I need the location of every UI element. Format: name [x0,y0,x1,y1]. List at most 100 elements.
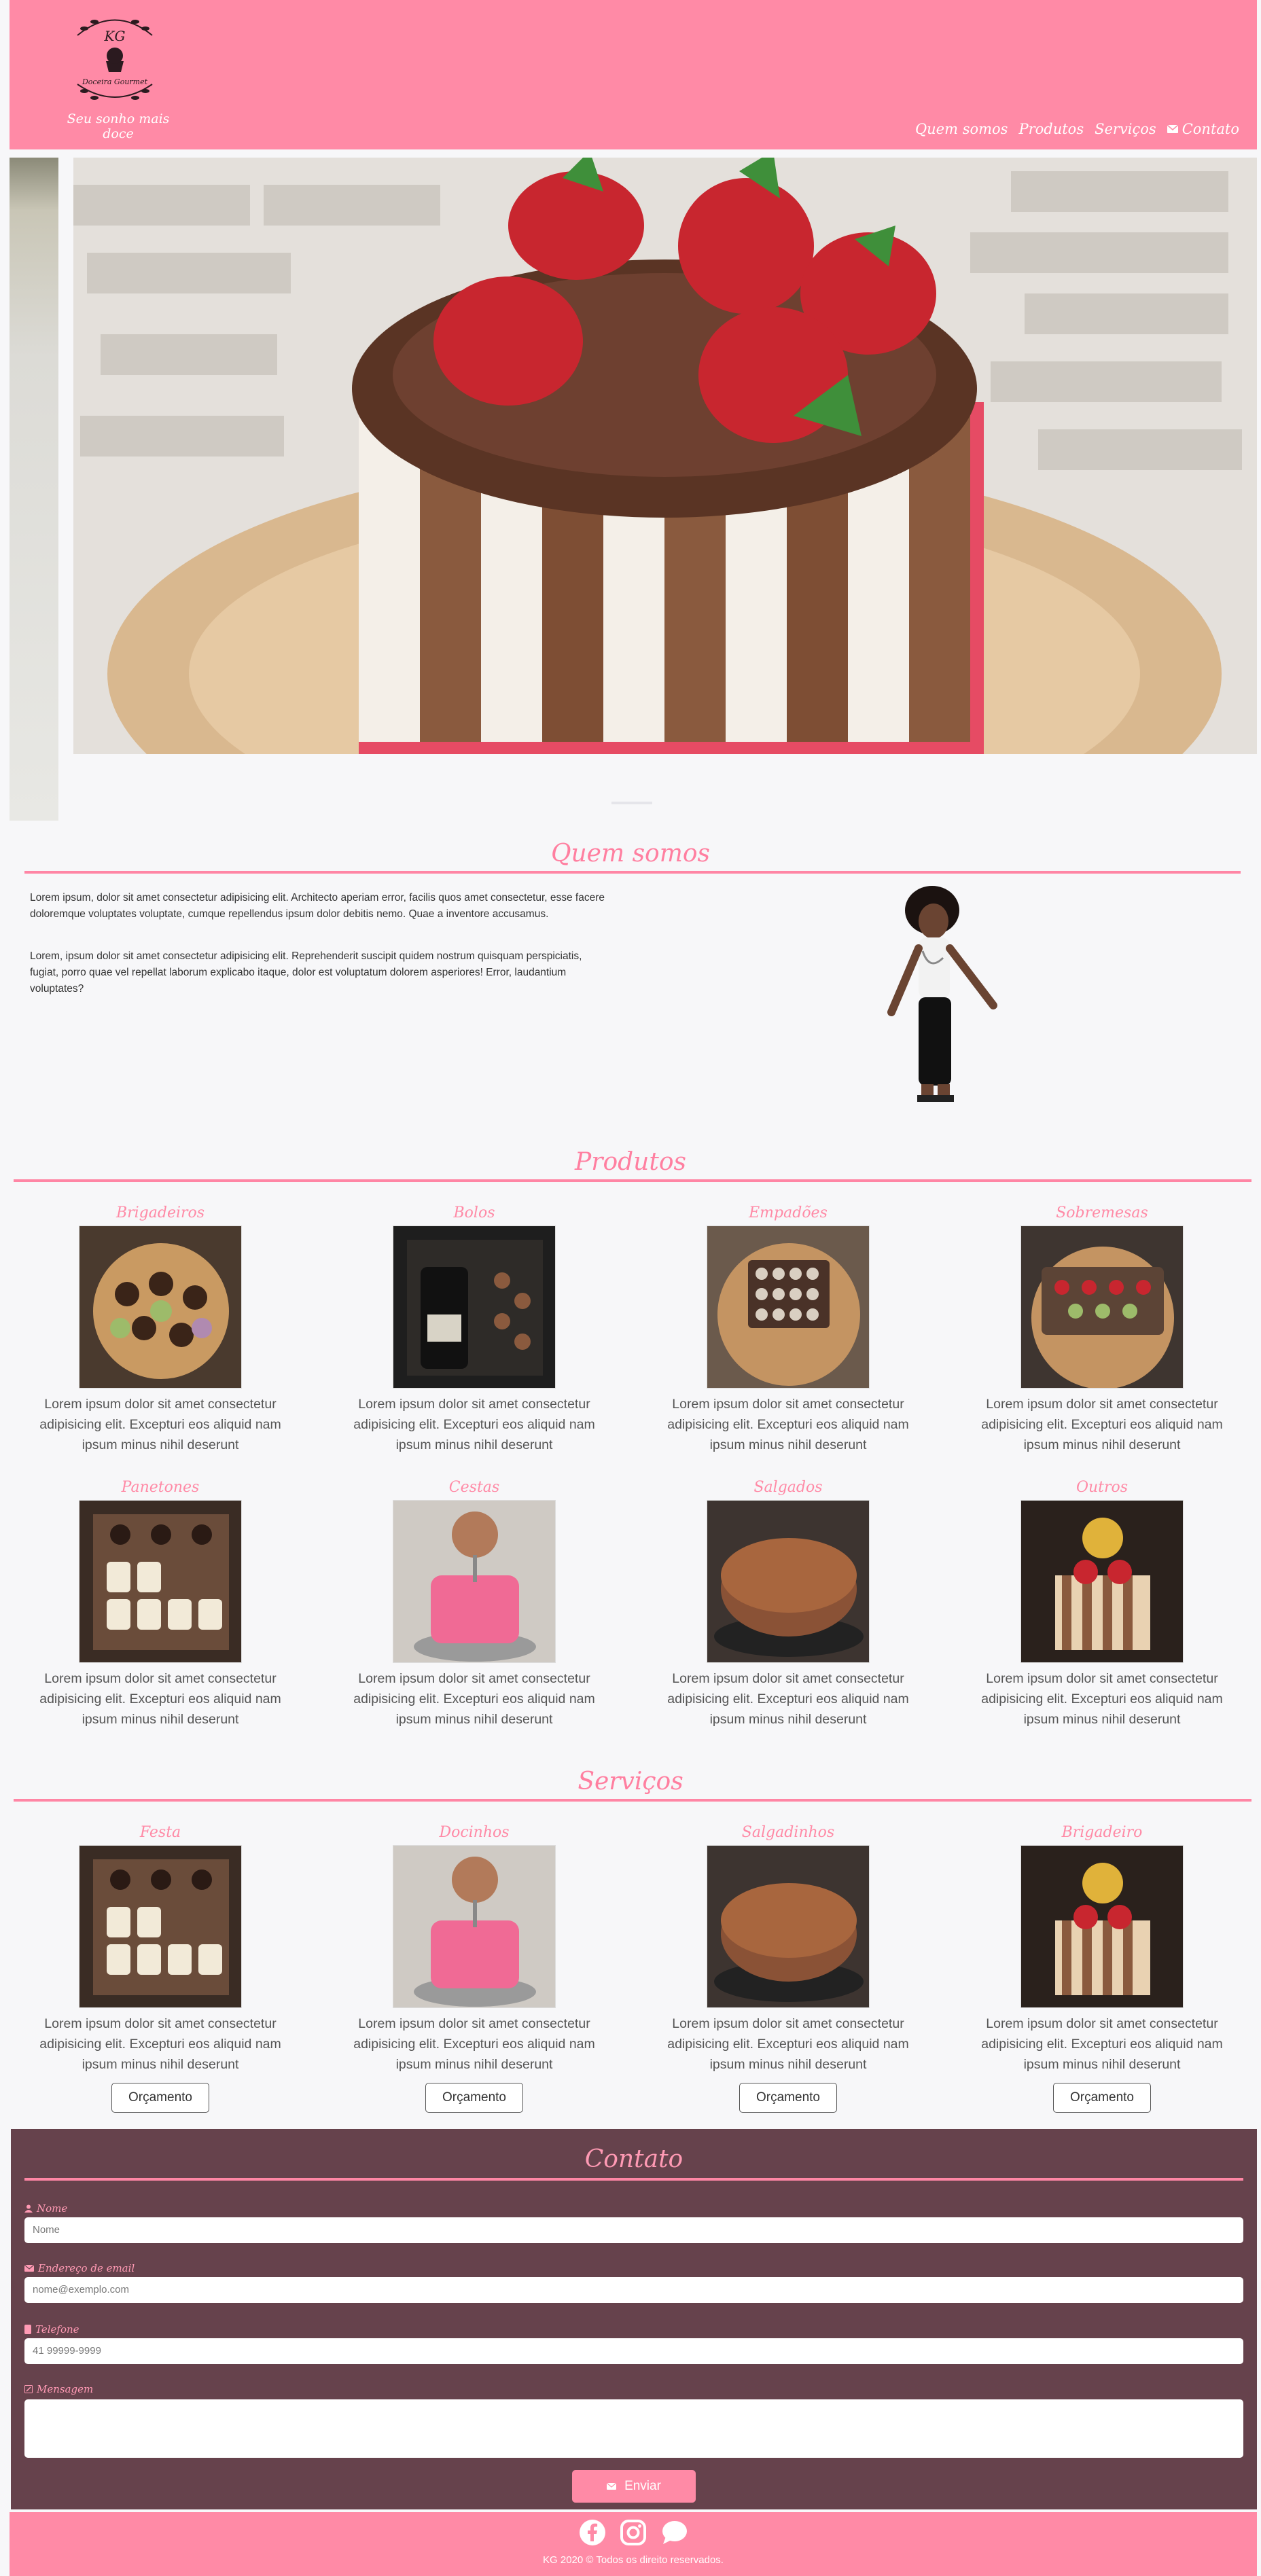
service-image[interactable] [79,1845,242,2008]
product-title: Panetones [121,1479,200,1496]
about-title: Quem somos [550,840,711,867]
about-paragraph-2: Lorem, ipsum dolor sit amet consectetur … [30,950,582,995]
orcamento-button[interactable]: Orçamento [1053,2083,1151,2113]
product-title: Cestas [448,1479,500,1496]
pencil-square-icon [24,2385,33,2393]
social-links [10,2519,1257,2546]
servicos-divider [14,1799,1251,1802]
site-header: KG Doceira Gourmet Seu sonho mais doce Q… [10,0,1257,149]
service-description: Lorem ipsum dolor sit amet consectetur a… [353,2016,595,2072]
nav-quem-somos[interactable]: Quem somos [915,121,1008,137]
servicos-title: Serviços [578,1768,683,1795]
product-card-brigadeiros: Brigadeiros Lorem ipsum dolor sit amet c… [18,1201,303,1455]
brand-logo[interactable]: KG Doceira Gourmet [64,8,166,110]
envelope-icon [1167,125,1178,133]
contact-title: Contato [584,2145,683,2173]
send-button[interactable]: Enviar [572,2470,696,2503]
nav-contato[interactable]: Contato [1167,121,1239,137]
product-image[interactable] [79,1500,242,1663]
orcamento-button[interactable]: Orçamento [425,2083,523,2113]
facebook-icon[interactable] [579,2519,606,2546]
orcamento-button[interactable]: Orçamento [739,2083,837,2113]
product-image[interactable] [707,1500,870,1663]
nav-contato-label: Contato [1182,121,1239,137]
product-title: Empadões [749,1204,828,1221]
service-image[interactable] [393,1845,556,2008]
contact-section: Contato Nome Nome Endereço de email nome… [11,2129,1257,2509]
product-image[interactable] [393,1500,556,1663]
email-label-text: Endereço de email [38,2262,135,2274]
phone-icon [24,2325,31,2334]
instagram-icon[interactable] [620,2519,647,2546]
product-image[interactable] [1020,1226,1184,1389]
product-card-sobremesas: Sobremesas Lorem ipsum dolor sit amet co… [959,1201,1245,1455]
product-title: Bolos [453,1204,495,1221]
tagline: Seu sonho mais doce [67,111,170,141]
service-title: Salgadinhos [741,1824,835,1841]
email-label: Endereço de email [24,2262,135,2274]
service-card-docinhos: Docinhos Lorem ipsum dolor sit amet cons… [332,1821,617,2113]
service-card-festa: Festa Lorem ipsum dolor sit amet consect… [18,1821,303,2113]
name-label-text: Nome [37,2202,68,2215]
product-description: Lorem ipsum dolor sit amet consectetur a… [981,1397,1223,1452]
orcamento-button[interactable]: Orçamento [111,2083,209,2113]
service-description: Lorem ipsum dolor sit amet consectetur a… [981,2016,1223,2072]
product-card-bolos: Bolos Lorem ipsum dolor sit amet consect… [332,1201,617,1455]
envelope-icon [24,2265,34,2272]
product-description: Lorem ipsum dolor sit amet consectetur a… [39,1671,281,1727]
service-title: Festa [139,1824,181,1841]
service-title: Docinhos [439,1824,510,1841]
about-divider [24,871,1241,874]
product-title: Brigadeiros [116,1204,205,1221]
product-description: Lorem ipsum dolor sit amet consectetur a… [353,1397,595,1452]
main-nav: Quem somos Produtos Serviços Contato [915,121,1239,137]
service-image[interactable] [1020,1845,1184,2008]
product-description: Lorem ipsum dolor sit amet consectetur a… [667,1397,909,1452]
produtos-title: Produtos [575,1148,686,1176]
copyright-text: KG 2020 © Todos os direito reservados. [543,2554,724,2566]
product-image[interactable] [707,1226,870,1389]
service-image[interactable] [707,1845,870,2008]
send-button-label: Enviar [624,2479,661,2493]
service-description: Lorem ipsum dolor sit amet consectetur a… [39,2016,281,2072]
service-card-salgadinhos: Salgadinhos Lorem ipsum dolor sit amet c… [645,1821,931,2113]
product-image[interactable] [79,1226,242,1389]
product-description: Lorem ipsum dolor sit amet consectetur a… [353,1671,595,1727]
nav-produtos[interactable]: Produtos [1018,121,1084,137]
site-footer: KG 2020 © Todos os direito reservados. [10,2512,1257,2576]
product-title: Salgados [753,1479,823,1496]
nav-servicos[interactable]: Serviços [1095,121,1156,137]
produtos-divider [14,1179,1251,1182]
product-description: Lorem ipsum dolor sit amet consectetur a… [39,1397,281,1452]
chat-bubble-icon[interactable] [660,2519,688,2546]
hero-carousel-image[interactable] [73,158,1257,754]
product-card-outros: Outros Lorem ipsum dolor sit amet consec… [959,1475,1245,1730]
message-label: Mensagem [24,2383,93,2395]
product-card-panetones: Panetones Lorem ipsum dolor sit amet con… [18,1475,303,1730]
envelope-icon [607,2483,617,2490]
product-image[interactable] [393,1226,556,1389]
logo-initials: KG [104,28,126,44]
message-textarea[interactable] [24,2399,1243,2458]
phone-label: Telefone [24,2323,79,2336]
product-card-empadoes: Empadões Lorem ipsum dolor sit amet cons… [645,1201,931,1455]
contact-divider [24,2178,1243,2181]
product-description: Lorem ipsum dolor sit amet consectetur a… [667,1671,909,1727]
owner-photo [864,883,1027,1128]
user-icon [24,2204,33,2213]
logo-brand-name: Doceira Gourmet [82,77,148,86]
carousel-prev-slide[interactable] [10,158,58,821]
phone-input[interactable]: 41 99999-9999 [24,2338,1243,2364]
email-input[interactable]: nome@exemplo.com [24,2277,1243,2303]
carousel-indicator[interactable] [611,802,652,804]
name-input[interactable]: Nome [24,2217,1243,2243]
service-title: Brigadeiro [1061,1824,1143,1841]
service-description: Lorem ipsum dolor sit amet consectetur a… [667,2016,909,2072]
service-card-brigadeiro: Brigadeiro Lorem ipsum dolor sit amet co… [959,1821,1245,2113]
message-label-text: Mensagem [37,2383,94,2395]
phone-label-text: Telefone [35,2323,79,2336]
product-card-cestas: Cestas Lorem ipsum dolor sit amet consec… [332,1475,617,1730]
product-title: Sobremesas [1056,1204,1148,1221]
product-image[interactable] [1020,1500,1184,1663]
name-label: Nome [24,2202,67,2215]
